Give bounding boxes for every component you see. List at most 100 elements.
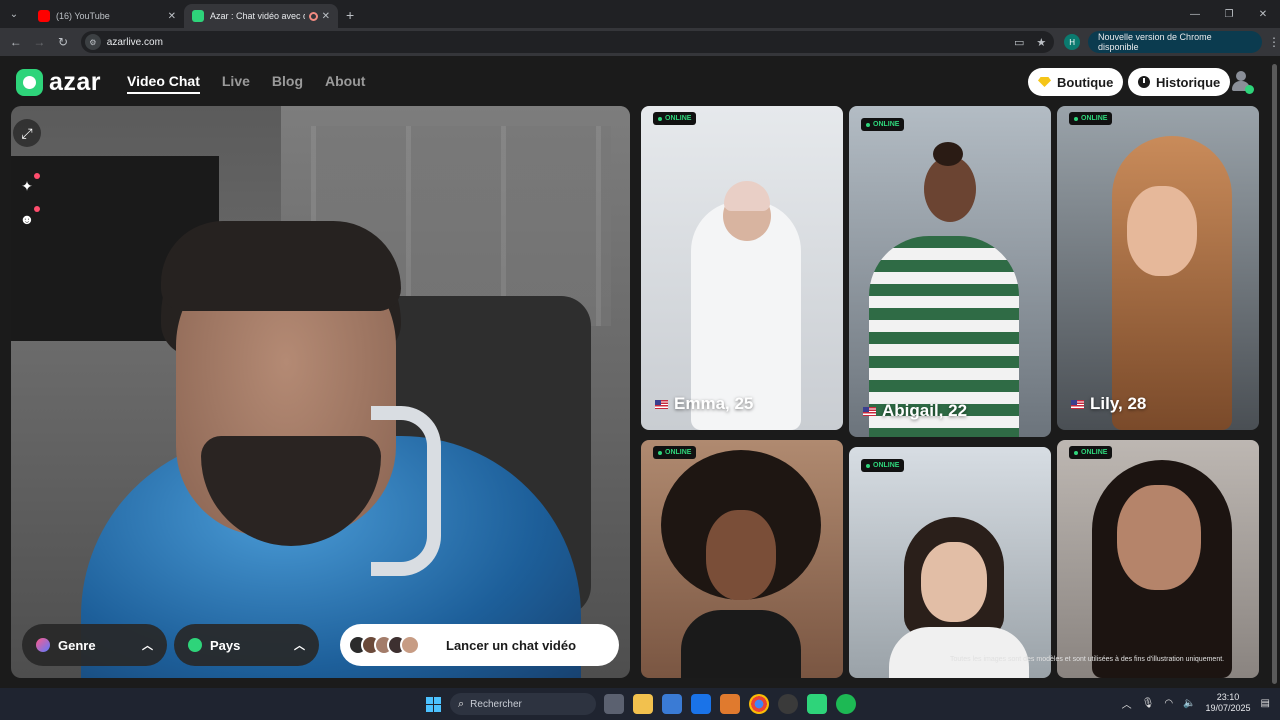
- tab-title: (16) YouTube: [56, 11, 110, 21]
- tab-azar[interactable]: Azar : Chat vidéo avec de n ✕: [184, 4, 338, 28]
- user-icon[interactable]: [1229, 69, 1254, 94]
- record-icon: [308, 11, 318, 21]
- cast-icon[interactable]: ▭: [1014, 36, 1024, 49]
- gender-label: Genre: [58, 637, 96, 653]
- azar-logo[interactable]: azar: [16, 68, 101, 97]
- taskbar-apps: [604, 694, 856, 714]
- historique-button[interactable]: Historique: [1128, 68, 1231, 96]
- us-flag-icon: [863, 406, 876, 416]
- tab-title: Azar : Chat vidéo avec de n: [210, 11, 305, 21]
- logo-text: azar: [49, 68, 102, 96]
- globe-icon: [188, 638, 202, 652]
- tab-menu-icon[interactable]: ⌄: [4, 4, 24, 24]
- task-view-icon[interactable]: [604, 694, 624, 714]
- chevron-up-icon: ︿: [294, 640, 305, 652]
- main-nav: Video Chat Live Blog About: [127, 73, 365, 94]
- minimize-icon[interactable]: —: [1178, 0, 1212, 28]
- profile-name: Lily, 28: [1071, 394, 1146, 414]
- profile-name: Abigail, 22: [863, 401, 967, 421]
- media-icon[interactable]: [807, 694, 827, 714]
- clock-icon: [1138, 76, 1150, 88]
- site-info-icon[interactable]: ⚙: [84, 34, 101, 50]
- profile-name: Emma, 25: [655, 394, 753, 414]
- forward-icon[interactable]: →: [28, 35, 52, 49]
- site-header: azar Video Chat Live Blog About Boutique…: [0, 56, 1268, 106]
- taskbar-search[interactable]: ⌕ Rechercher: [450, 693, 596, 715]
- online-badge: ONLINE: [653, 112, 697, 125]
- start-video-chat-button[interactable]: Lancer un chat vidéo: [340, 624, 619, 666]
- gender-select[interactable]: Genre ︿: [22, 624, 167, 666]
- start-label: Lancer un chat vidéo: [446, 637, 577, 653]
- page: azar Video Chat Live Blog About Boutique…: [0, 56, 1280, 688]
- camera-preview: [11, 106, 630, 678]
- profile-card[interactable]: ONLINE Emma, 25: [641, 106, 843, 430]
- store-icon[interactable]: [662, 694, 682, 714]
- profile-card[interactable]: ONLINE Abigail, 22: [849, 106, 1051, 437]
- chevron-up-icon: ︿: [142, 640, 153, 652]
- face-icon[interactable]: ☻: [16, 206, 40, 230]
- nav-live[interactable]: Live: [222, 73, 250, 89]
- chrome-update-button[interactable]: Nouvelle version de Chrome disponible: [1088, 31, 1262, 53]
- profile-card[interactable]: ONLINE Lily, 28: [1057, 106, 1259, 430]
- online-badge: ONLINE: [861, 459, 905, 472]
- app-icon[interactable]: [720, 694, 740, 714]
- profile-card[interactable]: ONLINE: [1057, 440, 1259, 678]
- search-icon: ⌕: [458, 697, 465, 710]
- online-badge: ONLINE: [1069, 446, 1113, 459]
- country-label: Pays: [210, 637, 241, 653]
- menu-icon[interactable]: ⋮: [1268, 35, 1280, 49]
- url-text[interactable]: azarlive.com: [107, 37, 163, 48]
- wifi-icon[interactable]: ◠: [1164, 698, 1173, 709]
- windows-icon[interactable]: [426, 697, 441, 712]
- restore-icon[interactable]: ❐: [1212, 0, 1246, 28]
- new-tab-icon[interactable]: +: [346, 7, 354, 23]
- nav-video-chat[interactable]: Video Chat: [127, 73, 200, 94]
- back-icon[interactable]: ←: [4, 35, 28, 49]
- volume-icon[interactable]: 🔈: [1183, 698, 1195, 709]
- search-placeholder: Rechercher: [470, 698, 522, 710]
- historique-label: Historique: [1156, 74, 1221, 90]
- profile-avatar[interactable]: H: [1064, 34, 1081, 50]
- profile-card[interactable]: ONLINE: [849, 447, 1051, 678]
- expand-icon[interactable]: ⤢: [13, 119, 41, 147]
- boutique-button[interactable]: Boutique: [1028, 68, 1124, 96]
- online-badge: ONLINE: [861, 118, 905, 131]
- notification-icon[interactable]: ▤: [1261, 698, 1270, 709]
- reload-icon[interactable]: ↻: [51, 35, 75, 49]
- star-icon[interactable]: ★: [1036, 36, 1046, 49]
- online-badge: ONLINE: [1069, 112, 1113, 125]
- obs-icon[interactable]: [778, 694, 798, 714]
- us-flag-icon: [655, 399, 668, 409]
- tab-youtube[interactable]: (16) YouTube ✕: [30, 4, 184, 28]
- azar-favicon: [192, 10, 204, 22]
- online-badge: ONLINE: [653, 446, 697, 459]
- clock[interactable]: 23:10 19/07/2025: [1206, 692, 1251, 714]
- youtube-icon: [38, 10, 50, 22]
- gender-icon: [36, 638, 50, 652]
- omnibox[interactable]: ⚙ azarlive.com ▭ ★: [80, 31, 1055, 53]
- window-controls: — ❐ ✕: [1178, 0, 1280, 28]
- disclaimer-text: Toutes les images sont des modèles et so…: [950, 656, 1225, 663]
- sparkle-icon[interactable]: ✦: [16, 173, 40, 197]
- chrome-icon[interactable]: [749, 694, 769, 714]
- file-explorer-icon[interactable]: [633, 694, 653, 714]
- close-icon[interactable]: ✕: [322, 11, 330, 22]
- boutique-label: Boutique: [1057, 74, 1114, 90]
- close-window-icon[interactable]: ✕: [1246, 0, 1280, 28]
- chevron-up-icon[interactable]: ︿: [1122, 696, 1132, 711]
- country-select[interactable]: Pays ︿: [174, 624, 319, 666]
- diamond-icon: [1038, 77, 1051, 87]
- scrollbar[interactable]: [1268, 56, 1280, 688]
- browser-tab-bar: ⌄ (16) YouTube ✕ Azar : Chat vidéo avec …: [0, 0, 1280, 28]
- nav-blog[interactable]: Blog: [272, 73, 303, 89]
- nav-about[interactable]: About: [325, 73, 365, 89]
- system-tray: ︿ 🎙 ◠ 🔈 23:10 19/07/2025 ▤: [1122, 692, 1270, 714]
- outlook-icon[interactable]: [691, 694, 711, 714]
- close-icon[interactable]: ✕: [168, 11, 176, 22]
- azar-logo-icon: [16, 69, 43, 96]
- spotify-icon[interactable]: [836, 694, 856, 714]
- microphone-icon[interactable]: 🎙: [1142, 698, 1155, 709]
- windows-taskbar: ⌕ Rechercher ︿ 🎙 ◠ 🔈 23:10 19/07/2025 ▤: [0, 688, 1280, 720]
- profile-card[interactable]: ONLINE: [641, 440, 843, 678]
- address-bar: ← → ↻ ⚙ azarlive.com ▭ ★ H Nouvelle vers…: [0, 28, 1280, 56]
